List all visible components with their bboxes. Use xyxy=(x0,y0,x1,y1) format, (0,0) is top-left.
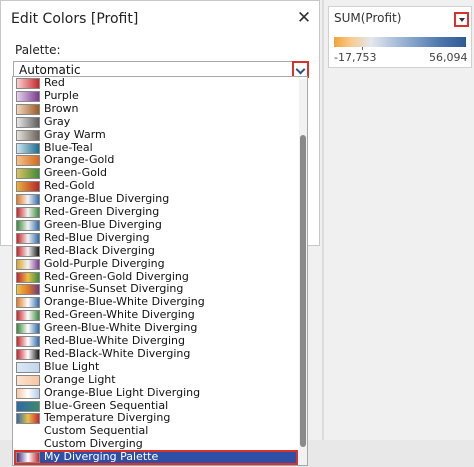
palette-swatch-icon xyxy=(16,129,40,141)
palette-option-label: Gray Warm xyxy=(44,127,106,141)
palette-swatch-icon xyxy=(16,194,40,206)
palette-option-label: Orange Light xyxy=(44,372,116,386)
close-icon[interactable]: ✕ xyxy=(295,9,313,27)
palette-swatch-icon xyxy=(16,78,40,89)
palette-swatch-icon xyxy=(16,207,40,218)
palette-option-label: Orange-Gold xyxy=(44,153,115,167)
palette-option-label: Gold-Purple Diverging xyxy=(44,256,165,270)
palette-option-label: Green-Gold xyxy=(44,166,107,180)
palette-option-label: Red-Blue Diverging xyxy=(44,230,150,244)
palette-label: Palette: xyxy=(15,43,61,57)
palette-swatch-icon xyxy=(16,258,40,270)
palette-dropdown-list[interactable]: Red Purple Brown Gray Gray Warm Blue-Teal Oran… xyxy=(12,76,308,466)
palette-swatch-icon xyxy=(16,232,40,244)
palette-swatch-icon xyxy=(16,103,40,115)
palette-swatch-icon xyxy=(16,219,40,231)
palette-swatch-icon xyxy=(16,413,40,425)
palette-option-label: Green-Blue Diverging xyxy=(44,217,162,231)
palette-option-label: Red-Green-White Diverging xyxy=(44,308,195,322)
legend-max-value: 56,094 xyxy=(429,51,468,64)
chevron-down-icon xyxy=(295,64,306,75)
palette-swatch-icon xyxy=(16,310,40,322)
palette-swatch-icon xyxy=(16,400,40,412)
dialog-title: Edit Colors [Profit] xyxy=(11,11,139,27)
palette-swatch-icon xyxy=(16,361,40,373)
palette-swatch-icon xyxy=(16,284,40,296)
palette-option-label: Gray xyxy=(44,114,71,128)
palette-swatch-icon xyxy=(16,181,40,193)
palette-option-label: Red-Black Diverging xyxy=(44,243,155,257)
panel-divider xyxy=(322,0,324,440)
palette-option-label: Red xyxy=(44,76,65,89)
palette-swatch-icon xyxy=(16,155,40,167)
legend-zero-tick xyxy=(362,47,363,50)
palette-option-label: Sunrise-Sunset Diverging xyxy=(44,282,184,296)
palette-swatch-icon xyxy=(16,297,40,309)
caret-down-icon xyxy=(459,18,465,22)
palette-swatch-icon xyxy=(16,387,40,399)
palette-swatch-icon xyxy=(16,142,40,154)
palette-option-label: Temperature Diverging xyxy=(44,411,171,425)
palette-swatch-icon xyxy=(16,452,40,464)
palette-swatch-icon xyxy=(16,336,40,347)
palette-option-label: Orange-Blue-White Diverging xyxy=(44,295,205,309)
scrollbar-thumb[interactable] xyxy=(300,135,306,447)
legend-menu-button[interactable] xyxy=(454,12,469,27)
palette-option-label: Custom Diverging xyxy=(44,437,143,451)
legend-title: SUM(Profit) xyxy=(334,11,402,25)
color-legend: SUM(Profit) -17,753 56,094 xyxy=(328,6,472,68)
palette-swatch-icon xyxy=(16,90,40,102)
palette-option-label: Purple xyxy=(44,88,79,102)
palette-option-label: Blue Light xyxy=(44,359,100,373)
palette-option-label: Blue-Green Sequential xyxy=(44,398,169,412)
palette-option-label: My Diverging Palette xyxy=(44,450,159,464)
palette-swatch-icon xyxy=(16,323,40,335)
palette-swatch-icon xyxy=(16,168,40,180)
palette-option-label: Red-Blue-White Diverging xyxy=(44,334,185,347)
palette-option-label: Red-Green Diverging xyxy=(44,205,160,218)
legend-gradient-bar xyxy=(334,37,466,47)
palette-option-label: Blue-Teal xyxy=(44,140,93,154)
palette-swatch-icon xyxy=(16,271,40,283)
palette-option-label: Custom Sequential xyxy=(44,424,149,438)
palette-option-label: Red-Black-White Diverging xyxy=(44,346,191,360)
palette-swatch-icon xyxy=(16,245,40,257)
palette-option-label: Red-Green-Gold Diverging xyxy=(44,269,189,283)
palette-option-label: Orange-Blue Light Diverging xyxy=(44,385,201,399)
palette-swatch-icon xyxy=(16,348,40,360)
palette-swatch-icon xyxy=(16,374,40,386)
palette-option-label: Orange-Blue Diverging xyxy=(44,192,170,206)
palette-option-label: Red-Gold xyxy=(44,179,95,193)
palette-option-label: Brown xyxy=(44,101,79,115)
palette-swatch-icon xyxy=(16,116,40,128)
palette-option[interactable]: My Diverging Palette xyxy=(14,450,298,465)
palette-option-label: Green-Blue-White Diverging xyxy=(44,321,198,335)
palette-select-value: Automatic xyxy=(19,63,81,77)
legend-min-value: -17,753 xyxy=(334,51,377,64)
